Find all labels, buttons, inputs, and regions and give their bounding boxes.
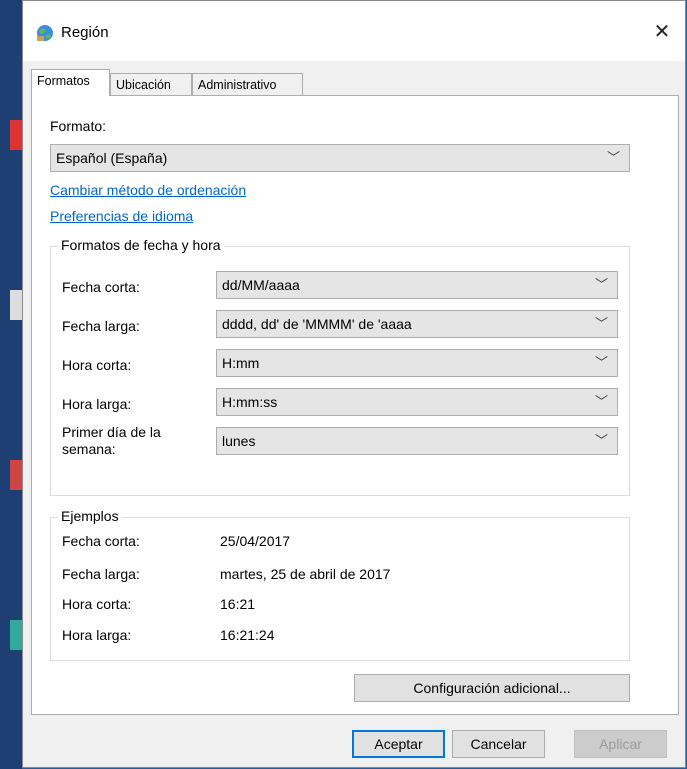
long-date-label: Fecha larga: <box>62 318 140 334</box>
short-date-value: dd/MM/aaaa <box>222 277 300 293</box>
chevron-down-icon: ﹀ <box>594 316 608 331</box>
first-day-label: Primer día de la semana: <box>62 424 161 457</box>
desktop-icon <box>10 120 22 150</box>
datetime-formats-title: Formatos de fecha y hora <box>58 237 224 253</box>
window-title: Región <box>61 24 109 41</box>
first-day-select[interactable]: lunes ﹀ <box>216 427 618 455</box>
desktop-icon <box>10 460 22 490</box>
long-time-label: Hora larga: <box>62 396 132 412</box>
desktop-background <box>0 0 22 769</box>
region-dialog: Región ✕ Formatos Ubicación Administrati… <box>22 0 686 768</box>
desktop-icon <box>10 620 22 650</box>
format-select[interactable]: Español (España) ﹀ <box>50 144 630 172</box>
long-date-select[interactable]: dddd, dd' de 'MMMM' de 'aaaa ﹀ <box>216 310 618 338</box>
first-day-value: lunes <box>222 433 256 449</box>
format-label: Formato: <box>50 118 107 134</box>
example-short-time-value: 16:21 <box>220 596 256 612</box>
example-long-date-value: martes, 25 de abril de 2017 <box>220 566 391 582</box>
desktop-icon <box>10 290 22 320</box>
chevron-down-icon: ﹀ <box>594 277 608 292</box>
ok-button[interactable]: Aceptar <box>352 730 445 758</box>
short-time-value: H:mm <box>222 355 260 371</box>
apply-button[interactable]: Aplicar <box>574 730 667 758</box>
title-bar: Región ✕ <box>23 1 685 61</box>
cancel-button[interactable]: Cancelar <box>452 730 545 758</box>
tab-formatos[interactable]: Formatos <box>31 69 110 96</box>
example-short-date-value: 25/04/2017 <box>220 533 291 549</box>
example-long-date-label: Fecha larga: <box>62 566 140 582</box>
short-date-select[interactable]: dd/MM/aaaa ﹀ <box>216 271 618 299</box>
chevron-down-icon: ﹀ <box>594 394 608 409</box>
example-long-time-label: Hora larga: <box>62 627 132 643</box>
close-icon: ✕ <box>653 21 671 43</box>
format-select-value: Español (España) <box>56 150 168 166</box>
example-long-time-value: 16:21:24 <box>220 627 275 643</box>
short-date-label: Fecha corta: <box>62 279 140 295</box>
chevron-down-icon: ﹀ <box>594 433 608 448</box>
change-sort-link[interactable]: Cambiar método de ordenación <box>50 182 246 198</box>
close-button[interactable]: ✕ <box>647 17 677 47</box>
tab-ubicacion[interactable]: Ubicación <box>110 73 192 95</box>
long-time-value: H:mm:ss <box>222 394 278 410</box>
additional-settings-button[interactable]: Configuración adicional... <box>354 674 630 702</box>
formatos-panel: Formato: Español (España) ﹀ Cambiar méto… <box>31 95 679 715</box>
long-time-select[interactable]: H:mm:ss ﹀ <box>216 388 618 416</box>
long-date-value: dddd, dd' de 'MMMM' de 'aaaa <box>222 316 412 332</box>
examples-title: Ejemplos <box>58 508 122 524</box>
short-time-label: Hora corta: <box>62 357 132 373</box>
globe-region-icon <box>37 25 53 41</box>
tab-administrativo[interactable]: Administrativo <box>192 73 303 95</box>
example-short-time-label: Hora corta: <box>62 596 132 612</box>
language-preferences-link[interactable]: Preferencias de idioma <box>50 208 193 224</box>
example-short-date-label: Fecha corta: <box>62 533 140 549</box>
chevron-down-icon: ﹀ <box>594 355 608 370</box>
chevron-down-icon: ﹀ <box>606 150 620 165</box>
short-time-select[interactable]: H:mm ﹀ <box>216 349 618 377</box>
